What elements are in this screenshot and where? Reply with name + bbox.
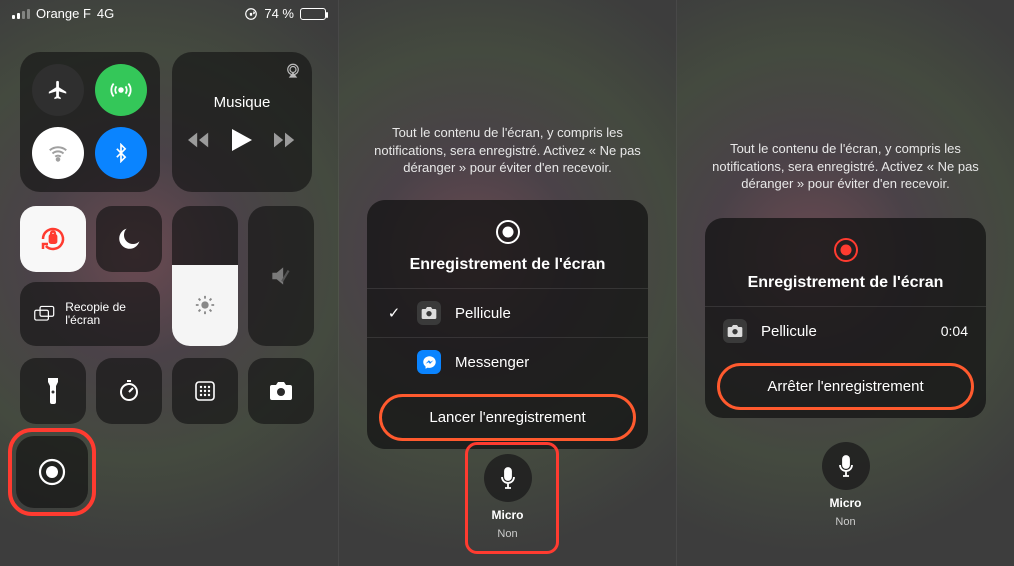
camera-button[interactable] xyxy=(248,358,314,424)
stop-recording-button[interactable]: Arrêter l'enregistrement xyxy=(717,363,974,410)
mic-state: Non xyxy=(497,528,517,540)
target-label: Pellicule xyxy=(455,305,511,322)
airplay-icon xyxy=(284,62,302,80)
target-label: Pellicule xyxy=(761,323,817,340)
wifi-button[interactable] xyxy=(32,127,84,179)
mic-state: Non xyxy=(835,516,855,528)
status-bar: Orange F 4G 74 % xyxy=(0,6,338,21)
target-app-pellicule[interactable]: ✓ Pellicule xyxy=(367,288,648,337)
battery-icon xyxy=(300,8,326,20)
signal-bars-icon xyxy=(12,9,30,19)
microphone-icon xyxy=(837,455,855,477)
target-label: Messenger xyxy=(455,354,529,371)
microphone-toggle[interactable]: Micro Non xyxy=(677,442,1014,528)
camera-roll-icon xyxy=(723,319,747,343)
volume-mute-icon xyxy=(268,263,294,289)
next-track-icon[interactable] xyxy=(274,132,296,148)
record-modal: Enregistrement de l'écran ✓ Pellicule Me… xyxy=(367,200,648,449)
record-timer: 0:04 xyxy=(941,323,968,339)
screen-mirroring-icon xyxy=(34,303,55,325)
record-start-panel: Tout le contenu de l'écran, y compris le… xyxy=(338,0,676,566)
record-active-panel: Tout le contenu de l'écran, y compris le… xyxy=(676,0,1014,566)
battery-pct: 74 % xyxy=(264,6,294,21)
connectivity-tile xyxy=(20,52,160,192)
messenger-icon xyxy=(417,350,441,374)
record-modal-active: Enregistrement de l'écran Pellicule 0:04… xyxy=(705,218,986,418)
info-text: Tout le contenu de l'écran, y compris le… xyxy=(339,124,676,177)
bluetooth-button[interactable] xyxy=(95,127,147,179)
highlight-annotation xyxy=(8,428,96,516)
orientation-lock-button[interactable] xyxy=(20,206,86,272)
target-app-messenger[interactable]: Messenger xyxy=(367,337,648,386)
music-tile[interactable]: Musique xyxy=(172,52,312,192)
target-app-pellicule[interactable]: Pellicule 0:04 xyxy=(705,306,986,355)
calculator-button[interactable] xyxy=(172,358,238,424)
start-recording-button[interactable]: Lancer l'enregistrement xyxy=(379,394,636,441)
do-not-disturb-button[interactable] xyxy=(96,206,162,272)
play-icon[interactable] xyxy=(232,129,252,151)
prev-track-icon[interactable] xyxy=(188,132,210,148)
brightness-icon xyxy=(194,294,216,316)
microphone-toggle[interactable]: Micro Non xyxy=(339,454,676,540)
carrier-label: Orange F xyxy=(36,6,91,21)
timer-button[interactable] xyxy=(96,358,162,424)
cellular-data-button[interactable] xyxy=(95,64,147,116)
mic-label: Micro xyxy=(829,496,861,510)
airplane-mode-button[interactable] xyxy=(32,64,84,116)
screen-mirroring-button[interactable]: Recopie de l'écran xyxy=(20,282,160,346)
camera-roll-icon xyxy=(417,301,441,325)
modal-title: Enregistrement de l'écran xyxy=(410,256,606,274)
brightness-slider[interactable] xyxy=(172,206,238,346)
flashlight-button[interactable] xyxy=(20,358,86,424)
screen-mirroring-label: Recopie de l'écran xyxy=(65,301,146,327)
info-text: Tout le contenu de l'écran, y compris le… xyxy=(677,140,1014,193)
mic-label: Micro xyxy=(491,508,523,522)
volume-slider[interactable] xyxy=(248,206,314,346)
record-active-icon xyxy=(832,236,860,264)
modal-title: Enregistrement de l'écran xyxy=(748,274,944,292)
microphone-icon xyxy=(499,467,517,489)
orientation-lock-icon xyxy=(244,7,258,21)
music-title: Musique xyxy=(214,94,271,111)
network-label: 4G xyxy=(97,6,114,21)
record-icon xyxy=(494,218,522,246)
check-icon: ✓ xyxy=(385,304,403,322)
control-center-panel: Orange F 4G 74 % xyxy=(0,0,338,566)
